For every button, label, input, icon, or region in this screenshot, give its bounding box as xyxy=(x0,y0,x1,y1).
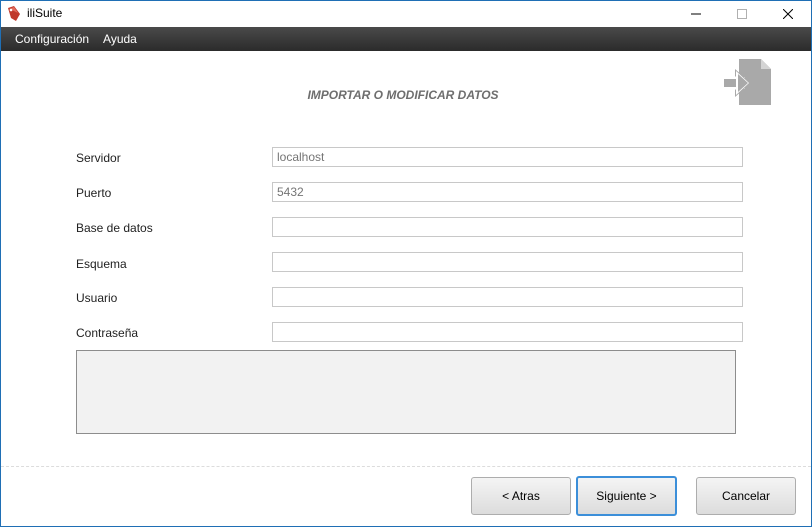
footer-divider xyxy=(1,466,811,467)
database-label: Base de datos xyxy=(76,221,153,235)
database-input[interactable] xyxy=(272,217,743,237)
close-icon xyxy=(783,9,793,19)
password-input[interactable] xyxy=(272,322,743,342)
next-button[interactable]: Siguiente > xyxy=(576,476,677,516)
menu-ayuda[interactable]: Ayuda xyxy=(96,27,144,51)
maximize-icon xyxy=(737,9,747,19)
schema-input[interactable] xyxy=(272,252,743,272)
password-label: Contraseña xyxy=(76,326,139,340)
menu-configuracion[interactable]: Configuración xyxy=(8,27,96,51)
port-label: Puerto xyxy=(76,186,112,200)
app-logo-icon xyxy=(8,6,20,21)
user-label: Usuario xyxy=(76,291,118,305)
menu-bar: Configuración Ayuda xyxy=(1,27,811,51)
import-data-icon xyxy=(724,59,771,105)
minimize-icon xyxy=(691,13,701,15)
schema-label: Esquema xyxy=(76,257,127,271)
server-input[interactable] xyxy=(272,147,743,167)
port-input[interactable] xyxy=(272,182,743,202)
window-title: iliSuite xyxy=(27,6,63,20)
log-output-area[interactable] xyxy=(76,350,736,434)
page-title: IMPORTAR O MODIFICAR DATOS xyxy=(307,88,499,102)
minimize-button[interactable] xyxy=(673,1,719,27)
app-window: iliSuite Configuración Ayuda IMPORTAR O … xyxy=(0,0,812,527)
back-button[interactable]: < Atras xyxy=(471,477,571,515)
close-button[interactable] xyxy=(765,1,811,27)
maximize-button[interactable] xyxy=(719,1,765,27)
server-label: Servidor xyxy=(76,151,121,165)
user-input[interactable] xyxy=(272,287,743,307)
cancel-button[interactable]: Cancelar xyxy=(696,477,796,515)
title-bar[interactable]: iliSuite xyxy=(1,1,811,27)
